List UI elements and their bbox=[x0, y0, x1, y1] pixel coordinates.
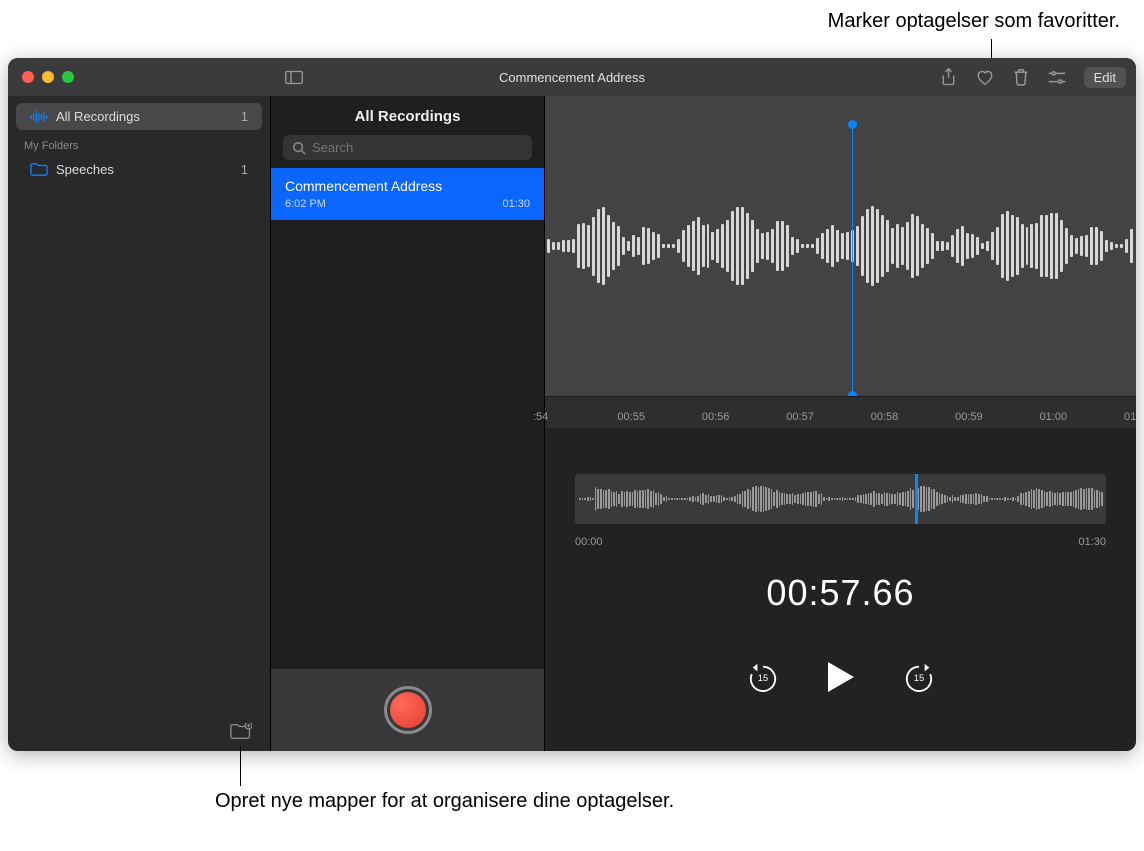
settings-sliders-icon[interactable] bbox=[1048, 68, 1066, 86]
edit-button[interactable]: Edit bbox=[1084, 67, 1126, 88]
recording-title: Commencement Address bbox=[285, 178, 530, 194]
timecode: 00:57.66 bbox=[545, 572, 1136, 614]
sidebar-item-count: 1 bbox=[241, 162, 248, 177]
time-ruler: :5400:5500:5600:5700:5800:5901:0001 bbox=[545, 396, 1136, 428]
window-zoom-button[interactable] bbox=[62, 71, 74, 83]
window-title: Commencement Address bbox=[499, 70, 645, 85]
skip-back-15-button[interactable]: 15 bbox=[748, 662, 778, 692]
sidebar-item-speeches[interactable]: Speeches 1 bbox=[16, 156, 262, 183]
traffic-lights bbox=[22, 71, 74, 83]
search-field[interactable] bbox=[283, 135, 532, 160]
sidebar-item-label: All Recordings bbox=[56, 109, 241, 124]
trash-icon[interactable] bbox=[1012, 68, 1030, 86]
waveform-panel: :5400:5500:5600:5700:5800:5901:0001 00:0… bbox=[545, 96, 1136, 751]
svg-text:15: 15 bbox=[757, 673, 767, 683]
titlebar: Commencement Address bbox=[8, 58, 1136, 96]
sidebar-heading-my-folders: My Folders bbox=[8, 130, 270, 156]
recording-list-panel: All Recordings Commencement Address 6:02… bbox=[270, 96, 545, 751]
play-button[interactable] bbox=[826, 660, 856, 694]
share-icon[interactable] bbox=[940, 68, 958, 86]
ruler-tick: 00:56 bbox=[702, 411, 730, 423]
callout-new-folder: Opret nye mapper for at organisere dine … bbox=[215, 788, 674, 814]
playhead[interactable] bbox=[852, 124, 853, 396]
ruler-tick: 01 bbox=[1124, 411, 1136, 423]
ruler-tick: 00:58 bbox=[871, 411, 899, 423]
search-icon bbox=[292, 141, 306, 155]
list-header: All Recordings bbox=[271, 96, 544, 135]
ruler-tick: 00:57 bbox=[786, 411, 814, 423]
overview-start-label: 00:00 bbox=[575, 536, 603, 548]
overview-playhead[interactable] bbox=[915, 474, 918, 524]
ruler-tick: 00:59 bbox=[955, 411, 983, 423]
recording-duration: 01:30 bbox=[502, 198, 530, 210]
waveform-icon bbox=[30, 110, 48, 124]
folder-icon bbox=[30, 163, 48, 177]
sidebar-item-label: Speeches bbox=[56, 162, 241, 177]
sidebar-item-all-recordings[interactable]: All Recordings 1 bbox=[16, 103, 262, 130]
transport-controls: 15 15 bbox=[545, 660, 1136, 694]
record-bar bbox=[271, 669, 544, 751]
waveform-large[interactable] bbox=[545, 96, 1136, 396]
recording-item[interactable]: Commencement Address 6:02 PM 01:30 bbox=[271, 168, 544, 220]
sidebar-item-count: 1 bbox=[241, 109, 248, 124]
callout-line bbox=[991, 39, 992, 59]
svg-text:15: 15 bbox=[913, 673, 923, 683]
ruler-tick: 00:55 bbox=[617, 411, 645, 423]
search-input[interactable] bbox=[312, 140, 523, 155]
window-minimize-button[interactable] bbox=[42, 71, 54, 83]
skip-forward-15-button[interactable]: 15 bbox=[904, 662, 934, 692]
ruler-tick: 01:00 bbox=[1040, 411, 1068, 423]
overview-end-label: 01:30 bbox=[1078, 536, 1106, 548]
favorite-icon[interactable] bbox=[976, 68, 994, 86]
toggle-sidebar-icon[interactable] bbox=[285, 68, 303, 86]
window-close-button[interactable] bbox=[22, 71, 34, 83]
new-folder-button[interactable] bbox=[230, 723, 252, 741]
callout-line bbox=[240, 746, 241, 786]
app-window: Commencement Address bbox=[8, 58, 1136, 751]
ruler-tick: :54 bbox=[533, 411, 548, 423]
callout-favorite: Marker optagelser som favoritter. bbox=[828, 10, 1120, 33]
recording-time: 6:02 PM bbox=[285, 198, 326, 210]
sidebar: All Recordings 1 My Folders Speeches 1 bbox=[8, 96, 270, 751]
waveform-overview[interactable] bbox=[575, 474, 1106, 524]
record-button[interactable] bbox=[384, 686, 432, 734]
